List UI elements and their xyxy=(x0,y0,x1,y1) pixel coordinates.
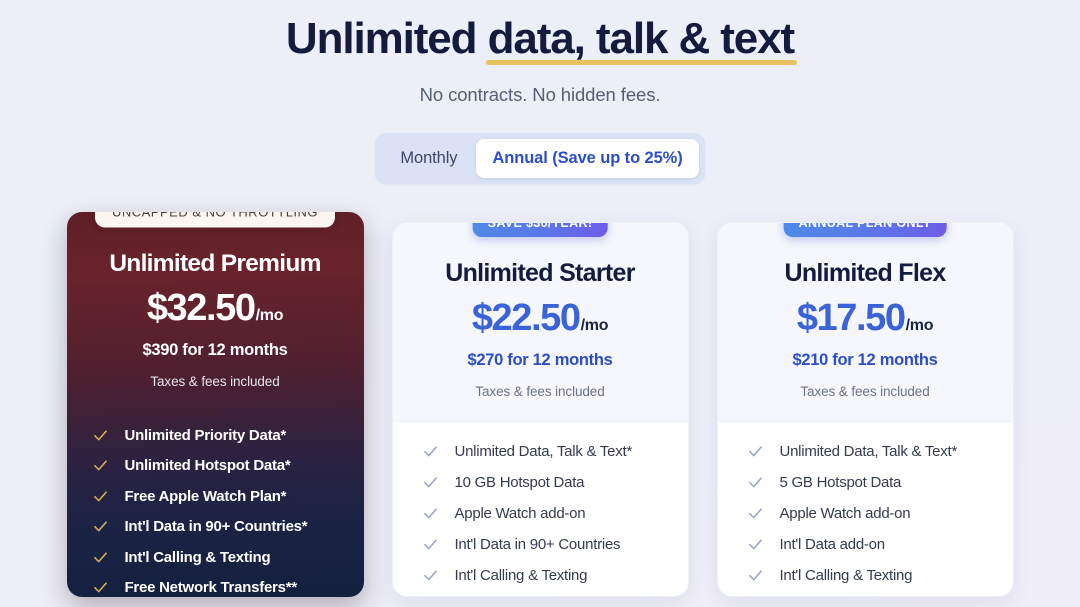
plan-name: Unlimited Starter xyxy=(445,259,635,287)
plan-header: Unlimited Premium $32.50/mo $390 for 12 mo… xyxy=(67,212,364,409)
plan-feature-item: Free Apple Watch Plan* xyxy=(93,481,364,512)
plan-feature-item: Int'l Calling & Texting xyxy=(423,560,688,591)
plan-price: $22.50 xyxy=(471,297,581,339)
pricing-card-unlimited-flex[interactable]: ANNUAL PLAN ONLY Unlimited Flex $17.50/mo $… xyxy=(716,222,1014,597)
plan-feature-item: $2 per Network Transfer** xyxy=(748,591,1013,596)
toggle-option-annual[interactable]: Annual (Save up to 25%) xyxy=(476,139,699,179)
pricing-card-unlimited-starter[interactable]: SAVE $30/YEAR! Unlimited Starter $22.50/mo… xyxy=(391,222,689,597)
plan-feature-label: Free Network Transfers** xyxy=(124,579,298,597)
plan-feature-item: 10 GB Hotspot Data xyxy=(423,467,688,498)
plan-price-period: /mo xyxy=(255,307,284,324)
page-title: Unlimited data, talk & text xyxy=(285,14,797,66)
plan-feature-item: Unlimited Hotspot Data* xyxy=(93,451,364,482)
plan-feature-item: Int'l Data in 90+ Countries xyxy=(423,529,688,560)
plan-header: Unlimited Flex $17.50/mo $210 for 12 month… xyxy=(717,223,1013,422)
plan-feature-label: Unlimited Hotspot Data* xyxy=(124,457,291,475)
plan-feature-item: Int'l Calling & Texting xyxy=(93,542,364,573)
plan-price: $17.50 xyxy=(796,297,906,339)
plan-feature-label: Int'l Calling & Texting xyxy=(454,567,588,584)
page-title-highlight: data, talk & text xyxy=(485,14,797,66)
plan-header: Unlimited Starter $22.50/mo $270 for 12 mo… xyxy=(392,223,688,422)
page-title-plain: Unlimited xyxy=(285,14,488,63)
plan-feature-item: Apple Watch add-on xyxy=(748,498,1013,529)
check-icon xyxy=(93,552,107,563)
check-icon xyxy=(748,446,762,457)
plan-feature-label: Unlimited Data, Talk & Text* xyxy=(454,443,633,460)
check-icon xyxy=(748,570,762,581)
plan-feature-label: 5 GB Hotspot Data xyxy=(779,474,902,491)
plan-feature-item: Int'l Data add-on xyxy=(748,529,1013,560)
plan-feature-label: Unlimited Data, Talk & Text* xyxy=(779,443,958,460)
check-icon xyxy=(93,491,107,502)
plan-annual-total: $270 for 12 months xyxy=(467,351,613,369)
plan-badge: SAVE $30/YEAR! xyxy=(472,223,608,237)
pricing-cards: UNCAPPED & NO THROTTLING Unlimited Premiu… xyxy=(0,212,1080,597)
plan-feature-list: Unlimited Priority Data* Unlimited Hotspo… xyxy=(67,409,364,597)
check-icon xyxy=(93,430,107,441)
plan-feature-label: Int'l Data add-on xyxy=(779,536,886,553)
plan-price-period: /mo xyxy=(905,317,934,334)
check-icon xyxy=(423,477,437,488)
plan-price-row: $32.50/mo xyxy=(67,287,364,330)
plan-feature-label: Apple Watch add-on xyxy=(454,505,586,522)
plan-name: Unlimited Flex xyxy=(784,259,946,287)
plan-feature-list: Unlimited Data, Talk & Text* 5 GB Hotspot… xyxy=(718,422,1013,596)
plan-annual-total: $210 for 12 months xyxy=(792,351,938,369)
plan-name: Unlimited Premium xyxy=(109,250,321,277)
check-icon xyxy=(423,446,437,457)
plan-price-row: $22.50/mo xyxy=(393,297,688,340)
check-icon xyxy=(93,460,107,471)
plan-feature-label: Int'l Calling & Texting xyxy=(779,567,913,584)
plan-price-period: /mo xyxy=(580,317,609,334)
plan-feature-item: Free Network Transfers** xyxy=(93,573,364,598)
billing-toggle[interactable]: Monthly Annual (Save up to 25%) xyxy=(375,133,705,185)
plan-taxes-note: Taxes & fees included xyxy=(150,374,280,389)
plan-feature-label: Apple Watch add-on xyxy=(779,505,911,522)
plan-feature-label: Unlimited Priority Data* xyxy=(124,426,287,444)
plan-feature-list: Unlimited Data, Talk & Text* 10 GB Hotspo… xyxy=(393,422,688,596)
plan-price-row: $17.50/mo xyxy=(718,297,1013,340)
plan-feature-label: Int'l Calling & Texting xyxy=(124,548,271,566)
plan-feature-item: $2 per Network Transfer** xyxy=(423,591,688,596)
plan-taxes-note: Taxes & fees included xyxy=(800,384,930,399)
plan-feature-item: Unlimited Data, Talk & Text* xyxy=(748,436,1013,467)
plan-feature-item: 5 GB Hotspot Data xyxy=(748,467,1013,498)
plan-feature-item: Int'l Data in 90+ Countries* xyxy=(93,512,364,543)
plan-badge: UNCAPPED & NO THROTTLING xyxy=(94,212,336,228)
check-icon xyxy=(93,521,107,532)
plan-feature-item: Unlimited Data, Talk & Text* xyxy=(423,436,688,467)
plan-badge: ANNUAL PLAN ONLY xyxy=(783,223,947,237)
plan-feature-item: Apple Watch add-on xyxy=(423,498,688,529)
check-icon xyxy=(423,539,437,550)
plan-feature-label: Free Apple Watch Plan* xyxy=(124,487,287,505)
page-subtitle: No contracts. No hidden fees. xyxy=(419,84,661,106)
plan-feature-label: Int'l Data in 90+ Countries xyxy=(454,536,621,553)
pricing-card-unlimited-premium[interactable]: UNCAPPED & NO THROTTLING Unlimited Premiu… xyxy=(66,212,364,597)
plan-feature-label: 10 GB Hotspot Data xyxy=(454,474,585,491)
check-icon xyxy=(93,582,107,593)
billing-toggle-wrap: Monthly Annual (Save up to 25%) xyxy=(0,133,1080,185)
check-icon xyxy=(748,477,762,488)
plan-feature-item: Unlimited Priority Data* xyxy=(93,420,364,451)
check-icon xyxy=(423,570,437,581)
plan-feature-label: Int'l Data in 90+ Countries* xyxy=(124,518,308,536)
toggle-option-monthly[interactable]: Monthly xyxy=(381,139,476,178)
check-icon xyxy=(423,508,437,519)
plan-annual-total: $390 for 12 months xyxy=(142,341,288,359)
check-icon xyxy=(748,508,762,519)
hero-section: Unlimited data, talk & text No contracts… xyxy=(0,0,1080,185)
plan-feature-item: Int'l Calling & Texting xyxy=(748,560,1013,591)
check-icon xyxy=(748,539,762,550)
plan-price: $32.50 xyxy=(146,287,256,329)
plan-taxes-note: Taxes & fees included xyxy=(475,384,605,399)
